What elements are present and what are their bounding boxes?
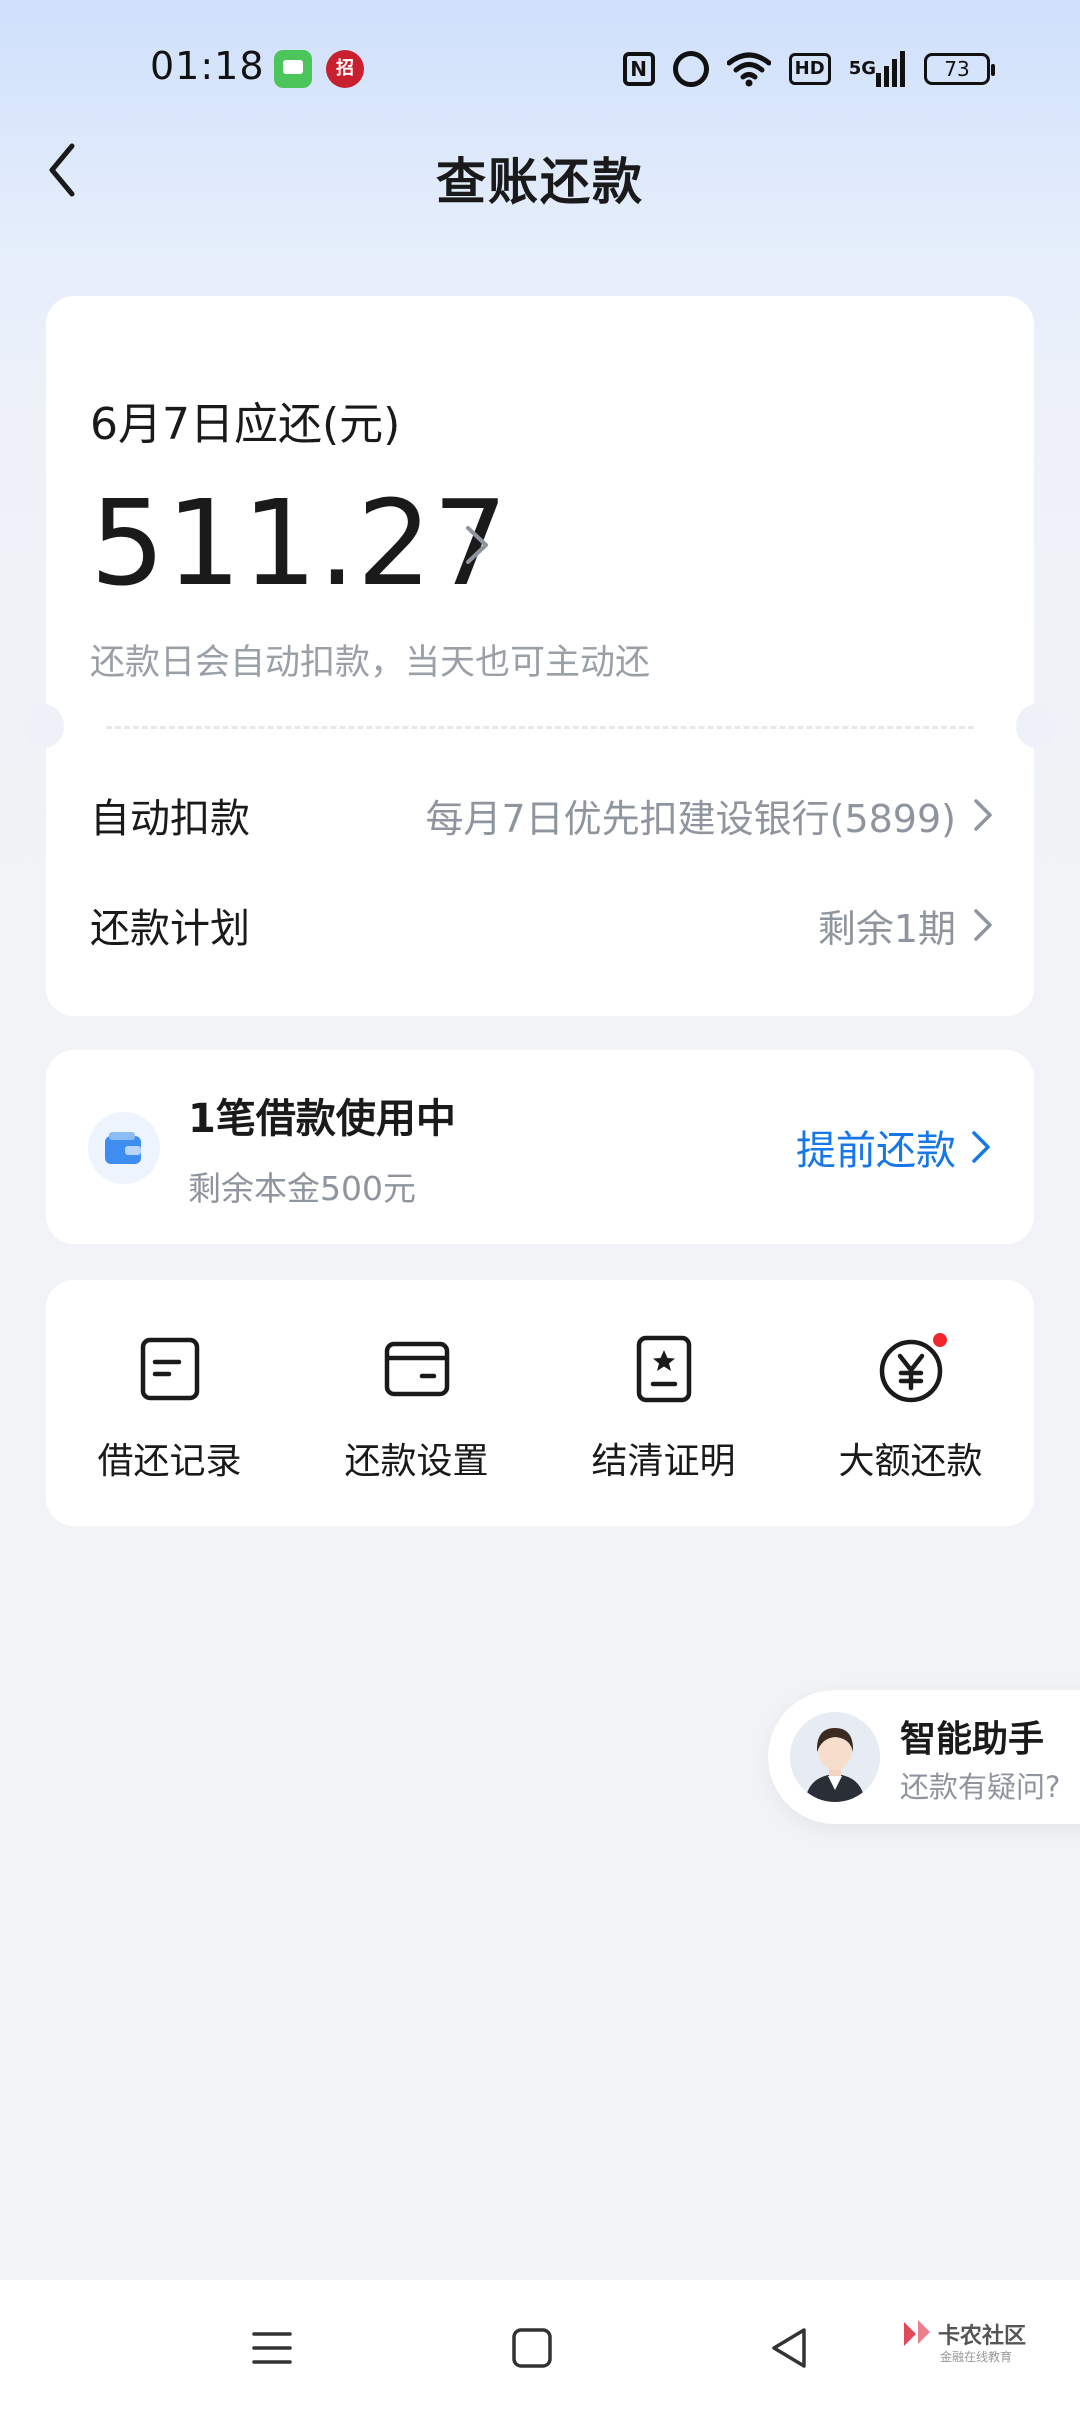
chevron-right-icon <box>974 909 992 941</box>
prepay-button[interactable]: 提前还款 <box>796 1118 992 1176</box>
watermark-icon <box>904 2320 930 2346</box>
signal-icon: 5G <box>849 50 906 88</box>
repayment-plan-row[interactable]: 还款计划 剩余1期 <box>90 880 994 970</box>
watermark-logo: 卡农社区 金融在线教育 <box>900 2318 1040 2378</box>
due-amount[interactable]: 511.27 <box>90 474 509 612</box>
page-title: 查账还款 <box>436 153 644 211</box>
action-settlement-proof[interactable]: 结清证明 <box>540 1280 787 1526</box>
ticket-notch-right <box>1016 704 1056 748</box>
chevron-right-icon <box>972 1131 990 1163</box>
smart-assistant-button[interactable]: 智能助手 还款有疑问? <box>768 1690 1080 1824</box>
repayment-plan-label: 还款计划 <box>90 906 250 952</box>
bill-card: 6月7日应还(元) 511.27 还款日会自动扣款，当天也可主动还 自动扣款 每… <box>24 296 1056 1016</box>
watermark-main: 卡农社区 <box>938 2324 1027 2349</box>
back-triangle-icon[interactable] <box>762 2320 818 2376</box>
due-note: 还款日会自动扣款，当天也可主动还 <box>90 643 651 683</box>
card-wallet-icon <box>384 1341 449 1397</box>
auto-debit-row[interactable]: 自动扣款 每月7日优先扣建设银行(5899) <box>90 770 994 860</box>
prepay-label: 提前还款 <box>796 1128 956 1174</box>
alarm-icon <box>672 51 709 87</box>
auto-debit-label: 自动扣款 <box>90 796 250 842</box>
assistant-title: 智能助手 <box>900 1719 1045 1760</box>
loan-status-title: 1笔借款使用中 <box>188 1096 456 1142</box>
action-label: 还款设置 <box>344 1441 489 1482</box>
action-loan-records[interactable]: 借还记录 <box>46 1280 293 1526</box>
due-date-label: 6月7日应还(元) <box>90 399 401 450</box>
remaining-principal: 剩余本金500元 <box>188 1169 416 1208</box>
nfc-icon: N <box>622 52 655 86</box>
hd-icon: HD <box>788 53 831 85</box>
bank-app-icon: 招 <box>326 50 364 88</box>
certificate-icon <box>636 1335 691 1403</box>
yen-circle-icon <box>876 1330 950 1404</box>
wifi-icon <box>726 50 771 88</box>
ticket-notch-left <box>24 704 64 748</box>
action-label: 结清证明 <box>591 1441 736 1482</box>
assistant-subtitle: 还款有疑问? <box>900 1770 1061 1804</box>
loan-card: 1笔借款使用中 剩余本金500元 提前还款 <box>46 1050 1034 1244</box>
assistant-avatar <box>790 1712 880 1802</box>
action-label: 大额还款 <box>838 1441 983 1482</box>
action-large-repayment[interactable]: 大额还款 <box>787 1280 1034 1526</box>
repayment-plan-value: 剩余1期 <box>817 906 956 951</box>
action-label: 借还记录 <box>97 1441 242 1482</box>
status-bar: 01:18 招 N HD 5G 73 <box>0 0 1080 140</box>
wallet-icon <box>88 1112 160 1184</box>
system-nav-bar: 卡农社区 金融在线教育 <box>0 2280 1080 2412</box>
quick-actions-card: 借还记录 还款设置 结清证明 大额还款 <box>46 1280 1034 1526</box>
record-icon <box>140 1337 199 1401</box>
messages-app-icon <box>274 50 312 88</box>
home-icon[interactable] <box>504 2320 560 2376</box>
dashed-divider <box>106 726 974 729</box>
status-time: 01:18 <box>150 44 265 88</box>
battery-icon: 73 <box>924 53 995 85</box>
notification-dot <box>929 1330 950 1350</box>
watermark-sub: 金融在线教育 <box>940 2350 1013 2364</box>
chevron-right-icon[interactable] <box>462 522 492 568</box>
auto-debit-value: 每月7日优先扣建设银行(5899) <box>425 796 956 841</box>
network-type: 5G <box>848 58 876 79</box>
action-repayment-settings[interactable]: 还款设置 <box>293 1280 540 1526</box>
recent-apps-icon[interactable] <box>244 2320 300 2376</box>
chevron-right-icon <box>974 799 992 831</box>
